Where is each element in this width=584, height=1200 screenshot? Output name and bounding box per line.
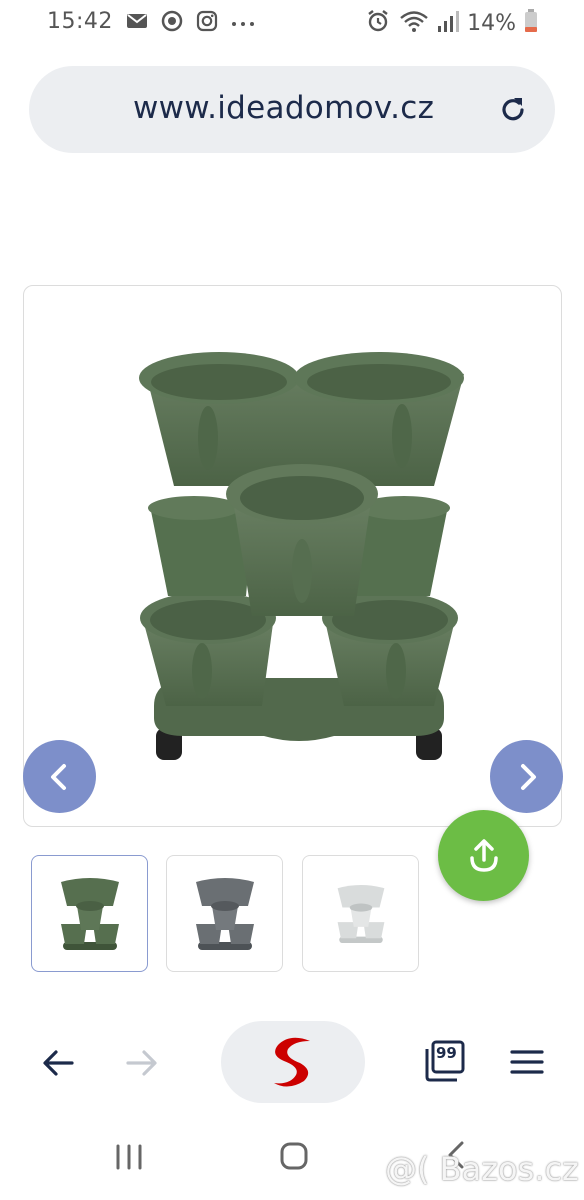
chevron-left-icon xyxy=(50,763,66,790)
instagram-icon xyxy=(196,10,218,37)
wifi-icon xyxy=(399,9,429,38)
battery-level: 14% xyxy=(467,11,516,36)
hamburger-menu-icon xyxy=(510,1050,544,1074)
gmail-icon xyxy=(126,12,148,35)
url-text[interactable]: www.ideadomov.cz xyxy=(133,90,434,126)
share-button[interactable] xyxy=(438,810,529,901)
arrow-right-icon xyxy=(126,1050,157,1076)
planter-thumbnail-white xyxy=(337,884,384,943)
notification-icons xyxy=(126,9,256,38)
system-home-button[interactable] xyxy=(279,1141,309,1176)
battery-icon xyxy=(524,9,538,38)
forward-button[interactable] xyxy=(122,1043,162,1083)
alarm-icon xyxy=(365,8,391,39)
home-square-icon xyxy=(280,1142,308,1170)
signal-icon xyxy=(437,9,460,38)
planter-thumbnail-green xyxy=(60,877,119,950)
recent-apps-button[interactable] xyxy=(114,1142,144,1177)
product-image xyxy=(139,352,464,760)
thumbnail-white[interactable] xyxy=(302,855,419,972)
address-bar[interactable]: www.ideadomov.cz xyxy=(29,66,555,153)
planter-thumbnail-grey xyxy=(195,877,254,950)
chevron-right-icon xyxy=(520,763,536,790)
browser-toolbar: 99 xyxy=(0,1015,584,1110)
seznam-logo-icon xyxy=(274,1037,310,1087)
status-bar: 15:42 14% xyxy=(0,0,584,44)
previous-image-button[interactable] xyxy=(23,740,96,813)
system-status-icons: 14% xyxy=(365,8,538,39)
home-button[interactable] xyxy=(221,1021,365,1103)
reload-icon[interactable] xyxy=(495,92,531,128)
menu-button[interactable] xyxy=(508,1045,546,1079)
product-image-card[interactable] xyxy=(23,285,562,827)
tabs-button[interactable]: 99 xyxy=(424,1040,466,1082)
thumbnail-green[interactable] xyxy=(31,855,148,972)
more-dots-icon xyxy=(230,15,256,33)
arrow-left-icon xyxy=(43,1050,74,1076)
share-icon xyxy=(469,838,498,872)
tabs-count: 99 xyxy=(436,1044,457,1062)
sync-icon xyxy=(160,9,184,38)
status-time: 15:42 xyxy=(47,9,113,34)
recents-icon xyxy=(116,1144,142,1170)
back-button[interactable] xyxy=(38,1043,78,1083)
next-image-button[interactable] xyxy=(490,740,563,813)
watermark: @( Bazos.cz xyxy=(385,1150,579,1188)
thumbnail-grey[interactable] xyxy=(166,855,283,972)
